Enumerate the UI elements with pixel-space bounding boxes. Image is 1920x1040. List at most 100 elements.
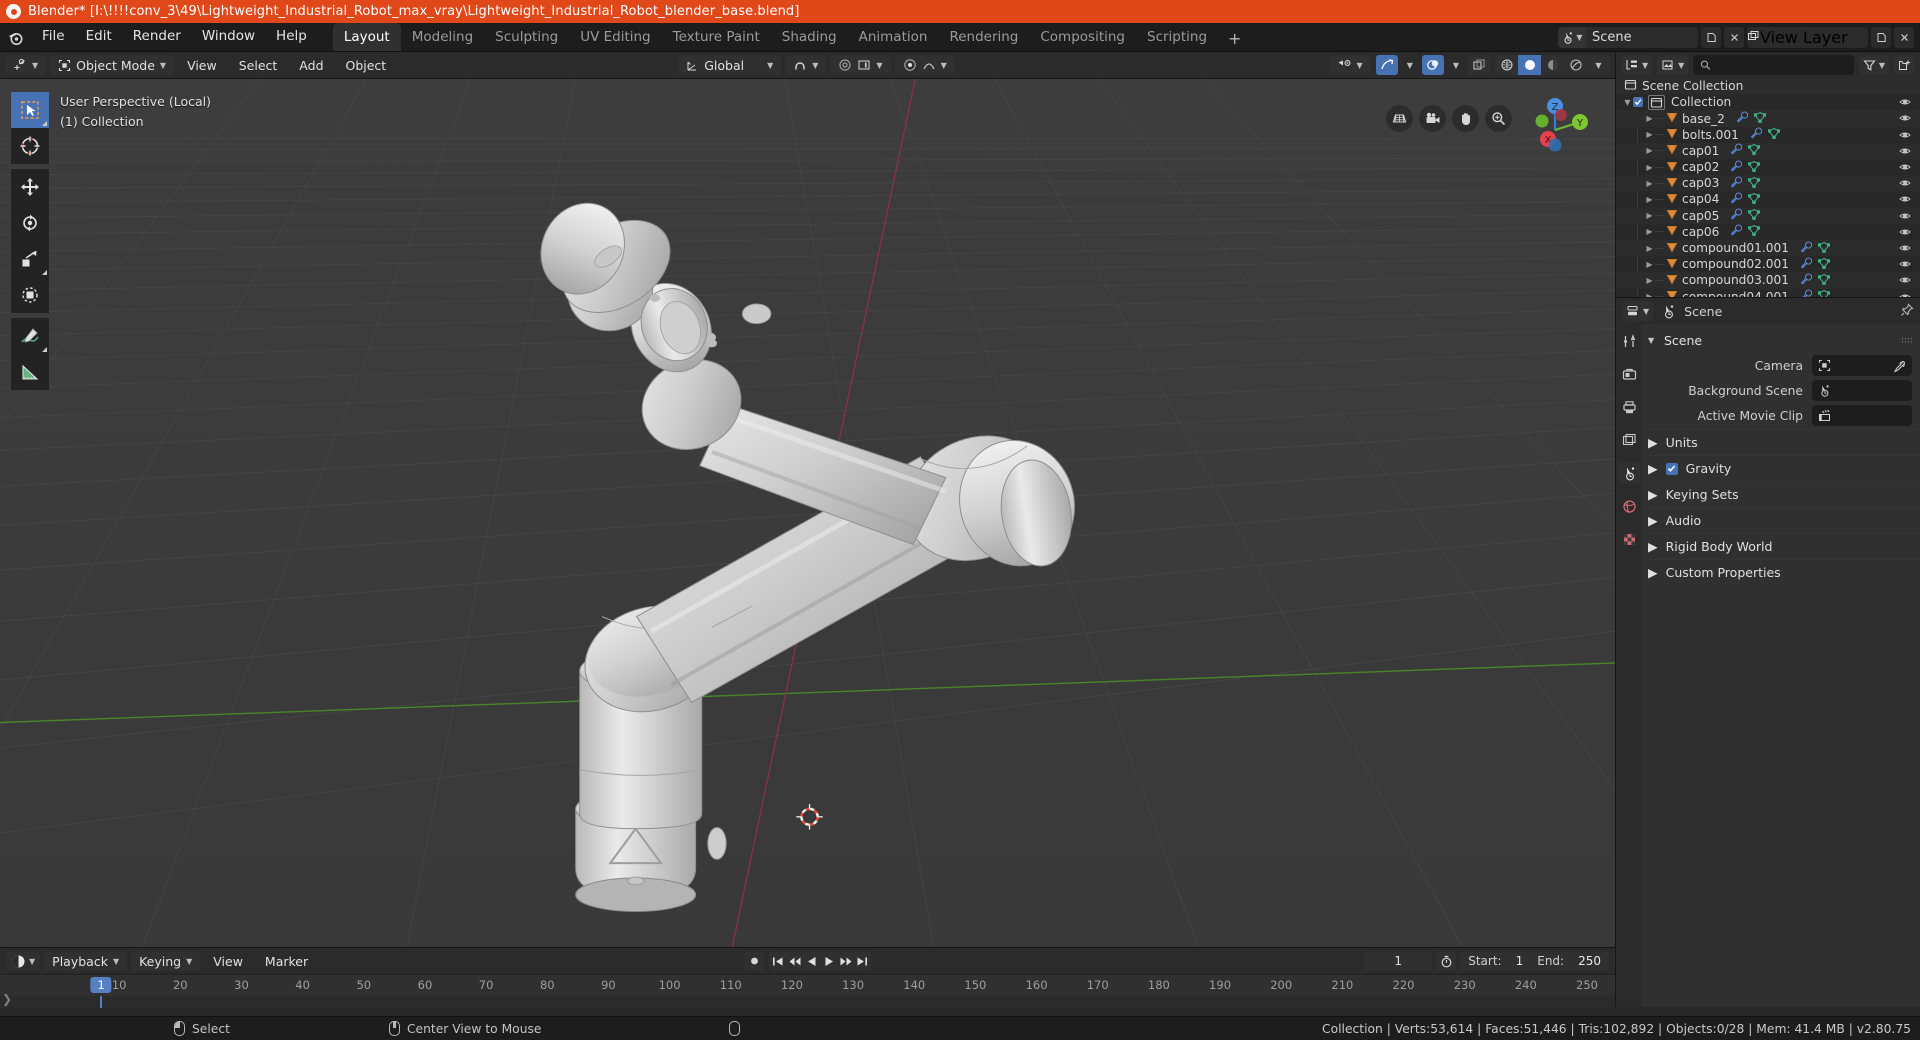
show-gizmo-button[interactable]: ▼	[1328, 55, 1371, 75]
object-name[interactable]: cap05	[1682, 209, 1719, 223]
shading-wireframe-button[interactable]	[1495, 55, 1518, 75]
tab-uv-editing[interactable]: UV Editing	[569, 23, 661, 51]
tab-scripting[interactable]: Scripting	[1136, 23, 1218, 51]
snap-magnet-button[interactable]: ▼	[785, 55, 827, 75]
pan-view-icon[interactable]	[1452, 105, 1479, 132]
object-name[interactable]: cap02	[1682, 160, 1719, 174]
end-value[interactable]: 250	[1578, 954, 1601, 968]
unlink-scene-button[interactable]	[1724, 26, 1744, 48]
outliner-new-collection-button[interactable]	[1894, 55, 1915, 76]
new-scene-button[interactable]	[1701, 26, 1721, 48]
jump-to-next-keyframe-button[interactable]	[837, 951, 854, 971]
modifier-icon[interactable]	[1800, 240, 1813, 256]
panel-units[interactable]: ▶ Units	[1642, 429, 1920, 455]
view-layer-properties-tab[interactable]	[1618, 429, 1640, 451]
mesh-data-icon[interactable]	[1767, 127, 1781, 142]
hide-in-viewport-toggle[interactable]	[1899, 161, 1911, 176]
expand-triangle-icon[interactable]: ▶	[1644, 292, 1655, 297]
camera-view-icon[interactable]	[1419, 105, 1446, 132]
hide-in-viewport-toggle[interactable]	[1899, 242, 1911, 257]
toggle-orthographic-icon[interactable]	[1386, 105, 1413, 132]
background-scene-field[interactable]	[1812, 380, 1912, 401]
object-name[interactable]: compound01.001	[1682, 241, 1789, 255]
timeline-sidebar-toggle[interactable]: ❯	[2, 992, 12, 1006]
scale-tool[interactable]	[11, 241, 49, 277]
modifier-icon[interactable]	[1730, 176, 1743, 191]
start-value[interactable]: 1	[1516, 954, 1524, 968]
tab-sculpting[interactable]: Sculpting	[484, 23, 569, 51]
outliner-object-row[interactable]: ▶ bolts.001	[1616, 127, 1920, 143]
outliner-object-row[interactable]: ▶ cap01	[1616, 142, 1920, 160]
xray-toggle[interactable]	[1421, 55, 1444, 75]
camera-field[interactable]	[1812, 355, 1912, 376]
outliner-object-row[interactable]: ▶ compound03.001	[1616, 272, 1920, 289]
viewport-menu-add[interactable]: Add	[290, 55, 332, 75]
tool-properties-tab[interactable]	[1618, 330, 1640, 352]
timeline-editor-type-button[interactable]: ▼	[6, 951, 41, 971]
xray-dropdown[interactable]: ▼	[1449, 55, 1463, 75]
modifier-icon[interactable]	[1750, 127, 1763, 142]
transform-orientation-selector[interactable]: Global ▼	[678, 55, 782, 75]
panel-gravity[interactable]: ▶ Gravity	[1642, 455, 1920, 481]
tweak-select-tool[interactable]	[11, 92, 49, 128]
modifier-icon[interactable]	[1730, 143, 1743, 158]
outliner-filter-button[interactable]: ▼	[1858, 55, 1889, 76]
scene-name[interactable]: Scene	[1586, 26, 1698, 48]
expand-triangle-icon[interactable]: ▶	[1644, 195, 1655, 204]
outliner-object-row[interactable]: ▶ cap05	[1616, 207, 1920, 225]
outliner-collection-row[interactable]: ▼ Collection	[1616, 94, 1920, 110]
mesh-data-icon[interactable]	[1817, 241, 1831, 256]
timeline-menu-view[interactable]: View	[204, 951, 252, 971]
modifier-icon[interactable]	[1736, 111, 1749, 126]
modifier-icon[interactable]	[1800, 273, 1813, 288]
menu-render[interactable]: Render	[123, 27, 191, 47]
object-name[interactable]: bolts.001	[1682, 128, 1739, 142]
viewport-menu-object[interactable]: Object	[337, 55, 396, 75]
menu-file[interactable]: File	[32, 27, 75, 47]
hide-in-viewport-toggle[interactable]	[1899, 145, 1911, 160]
current-frame-field[interactable]: 1	[1364, 951, 1433, 971]
jump-to-start-button[interactable]	[769, 951, 786, 971]
properties-editor-type-button[interactable]: ▼	[1622, 301, 1654, 321]
panel-custom-properties[interactable]: ▶ Custom Properties	[1642, 559, 1920, 585]
view-layer-name[interactable]: View Layer	[1760, 28, 1868, 47]
3d-viewport[interactable]: User Perspective (Local) (1) Collection	[0, 79, 1615, 947]
collection-checkbox[interactable]	[1633, 97, 1643, 108]
tab-animation[interactable]: Animation	[848, 23, 939, 51]
frame-range-field[interactable]: Start: 1 End: 250	[1460, 951, 1609, 971]
outliner-object-row[interactable]: ▶ cap04	[1616, 191, 1920, 207]
panel-audio[interactable]: ▶ Audio	[1642, 507, 1920, 533]
world-properties-tab[interactable]	[1618, 495, 1640, 517]
hide-in-viewport-toggle[interactable]	[1899, 129, 1911, 144]
expand-triangle-icon[interactable]: ▶	[1644, 244, 1655, 253]
modifier-icon[interactable]	[1730, 208, 1743, 223]
pivot-point-button[interactable]: ▼	[894, 55, 955, 75]
blender-logo-icon[interactable]	[0, 23, 30, 51]
outliner-object-row[interactable]: ▶ compound01.001	[1616, 239, 1920, 257]
rotate-tool[interactable]	[11, 205, 49, 241]
shading-rendered-button[interactable]	[1564, 55, 1587, 75]
mesh-data-icon[interactable]	[1753, 111, 1767, 126]
hide-in-viewport-toggle[interactable]	[1899, 112, 1911, 127]
jump-to-prev-keyframe-button[interactable]	[786, 951, 803, 971]
hide-in-viewport-toggle[interactable]	[1899, 210, 1911, 225]
annotate-tool[interactable]	[11, 318, 49, 354]
outliner-search-input[interactable]	[1693, 55, 1854, 76]
cursor-tool[interactable]	[11, 128, 49, 164]
view-axis-gizmo[interactable]: Z Y X	[1518, 93, 1592, 167]
gravity-checkbox[interactable]	[1665, 462, 1678, 475]
outliner-object-row[interactable]: ▶ cap03	[1616, 175, 1920, 192]
expand-triangle-icon[interactable]: ▶	[1644, 130, 1655, 139]
timeline-ruler[interactable]: 10 20 30 40 50 60 70 80 90 100 110 120 130 140 150 160 1…	[0, 974, 1615, 996]
hide-in-viewport-toggle[interactable]	[1899, 96, 1911, 111]
menu-edit[interactable]: Edit	[76, 27, 122, 47]
new-view-layer-button[interactable]	[1871, 26, 1891, 48]
menu-window[interactable]: Window	[192, 27, 265, 47]
outliner-object-row[interactable]: ▶ cap06	[1616, 224, 1920, 240]
render-properties-tab[interactable]	[1618, 363, 1640, 385]
scene-properties-tab[interactable]	[1618, 462, 1640, 484]
expand-triangle-icon[interactable]: ▶	[1644, 227, 1655, 236]
object-name[interactable]: compound03.001	[1682, 273, 1789, 287]
mesh-data-icon[interactable]	[1748, 192, 1761, 207]
outliner-object-row[interactable]: ▶ compound04.001	[1616, 289, 1920, 297]
